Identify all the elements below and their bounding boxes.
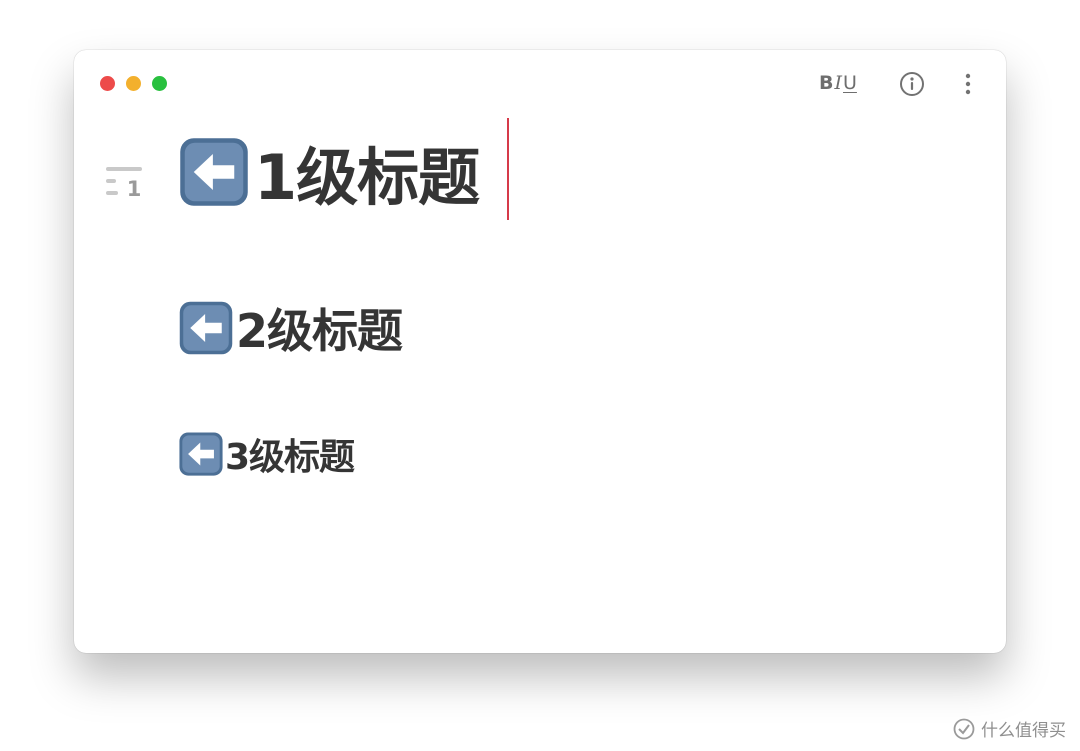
watermark-logo-icon	[953, 718, 975, 739]
close-window-button[interactable]	[100, 76, 115, 91]
editor-window: B I U 1 1级标题 2级标题 3级标题	[74, 50, 1006, 653]
info-icon[interactable]	[899, 71, 925, 97]
heading-2[interactable]: 2级标题	[178, 299, 403, 358]
bold-label: B	[819, 72, 834, 94]
heading-3-text: 3级标题	[225, 437, 355, 478]
outline-level-label: 1	[127, 177, 142, 201]
heading-outline-icon: 1	[106, 167, 142, 201]
zoom-window-button[interactable]	[152, 76, 167, 91]
heading-1-text: 1级标题	[254, 141, 480, 214]
watermark: 什么值得买	[953, 716, 1066, 741]
left-arrow-icon	[179, 301, 233, 355]
heading-1[interactable]: 1级标题	[178, 134, 480, 214]
left-arrow-icon	[179, 432, 223, 476]
heading-2-text: 2级标题	[236, 304, 403, 358]
italic-label: I	[834, 72, 842, 94]
left-arrow-icon	[180, 138, 248, 206]
minimize-window-button[interactable]	[126, 76, 141, 91]
text-caret	[507, 118, 509, 220]
underline-label: U	[843, 72, 857, 94]
more-options-icon[interactable]	[962, 71, 974, 97]
outline-toggle[interactable]: 1	[104, 165, 144, 201]
watermark-text: 什么值得买	[981, 721, 1066, 741]
text-format-button[interactable]: B I U	[819, 72, 857, 94]
heading-3[interactable]: 3级标题	[178, 430, 355, 478]
